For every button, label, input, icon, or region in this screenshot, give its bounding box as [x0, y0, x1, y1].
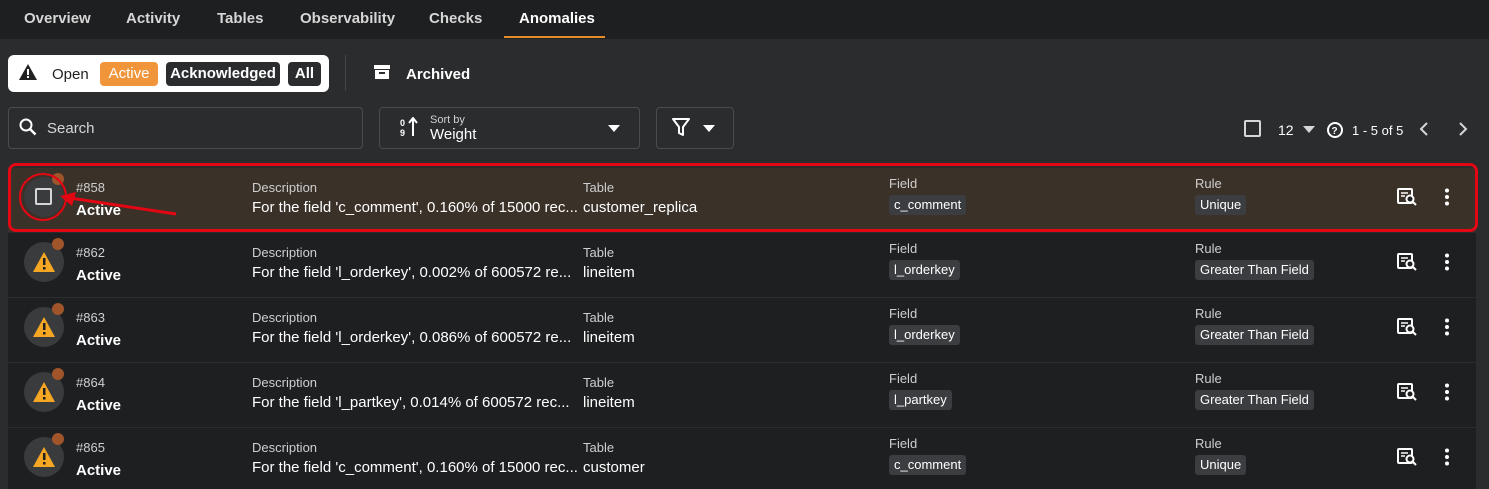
chevron-right-icon[interactable]	[1458, 121, 1468, 137]
tab-activity[interactable]: Activity	[126, 10, 180, 27]
description-label: Description	[252, 375, 318, 390]
rule-badge: Greater Than Field	[1195, 325, 1314, 345]
rule-badge: Greater Than Field	[1195, 390, 1314, 410]
field-label: Field	[889, 241, 918, 256]
notification-dot	[52, 433, 64, 445]
tab-bar: Overview Activity Tables Observability C…	[0, 0, 1489, 39]
table-row[interactable]	[8, 428, 1476, 489]
svg-text:9: 9	[400, 128, 405, 137]
status-all-button[interactable]: All	[288, 62, 321, 86]
rule-label: Rule	[1195, 371, 1222, 386]
active-tab-indicator	[504, 36, 605, 38]
field-badge: c_comment	[889, 455, 967, 475]
field-label: Field	[889, 371, 918, 386]
table-label: Table	[583, 375, 615, 390]
field-label: Field	[889, 436, 918, 451]
rule-label: Rule	[1195, 241, 1222, 256]
status-active-button[interactable]: Active	[100, 62, 158, 86]
chevron-down-icon	[703, 125, 715, 132]
search-box	[8, 107, 363, 149]
description-value: For the field 'l_orderkey', 0.002% of 60…	[252, 264, 572, 281]
anomaly-id[interactable]: #865	[76, 440, 105, 455]
sort-dropdown[interactable]	[379, 107, 640, 149]
chevron-down-icon[interactable]	[1303, 126, 1315, 133]
open-label: Open	[52, 66, 89, 83]
search-input[interactable]	[47, 118, 347, 138]
rule-badge: Unique	[1195, 455, 1247, 475]
table-value: customer	[583, 459, 645, 476]
inspect-icon[interactable]	[1397, 318, 1417, 336]
notification-dot	[52, 368, 64, 380]
table-value: lineitem	[583, 329, 635, 346]
table-label: Table	[583, 310, 615, 325]
archive-icon[interactable]	[374, 64, 390, 80]
table-label: Table	[583, 245, 615, 260]
annotation-arrow-icon	[60, 192, 177, 216]
sort-value: Weight	[430, 126, 477, 143]
table-label: Table	[583, 440, 615, 455]
warning-icon	[33, 382, 55, 402]
sort-icon: 0 9	[400, 117, 418, 137]
anomaly-status: Active	[76, 462, 122, 479]
tab-observability[interactable]: Observability	[300, 10, 395, 27]
select-all-checkbox[interactable]	[1244, 120, 1261, 137]
description-label: Description	[252, 245, 318, 260]
warning-icon	[33, 317, 55, 337]
tab-tables[interactable]: Tables	[217, 10, 263, 27]
table-value: lineitem	[583, 264, 635, 281]
highlight-outline	[8, 163, 1478, 232]
pagination-range: 1 - 5 of 5	[1352, 123, 1404, 138]
divider	[345, 55, 346, 91]
chevron-down-icon	[608, 125, 620, 132]
svg-text:0: 0	[400, 118, 405, 128]
field-label: Field	[889, 306, 918, 321]
anomaly-status: Active	[76, 267, 122, 284]
svg-text:?: ?	[1332, 126, 1338, 137]
inspect-icon[interactable]	[1397, 383, 1417, 401]
anomaly-status: Active	[76, 332, 122, 349]
notification-dot	[52, 238, 64, 250]
warning-icon	[33, 447, 55, 467]
more-options-icon[interactable]	[1444, 448, 1450, 466]
sort-caption: Sort by	[430, 114, 465, 126]
page-size-select[interactable]: 12	[1278, 122, 1294, 138]
anomaly-id[interactable]: #862	[76, 245, 105, 260]
description-label: Description	[252, 310, 318, 325]
status-acknowledged-button[interactable]: Acknowledged	[166, 62, 280, 86]
help-icon[interactable]: ?	[1327, 122, 1343, 138]
warning-icon	[19, 64, 37, 80]
anomaly-id[interactable]: #863	[76, 310, 105, 325]
tab-checks[interactable]: Checks	[429, 10, 482, 27]
tab-overview[interactable]: Overview	[24, 10, 91, 27]
description-value: For the field 'l_partkey', 0.014% of 600…	[252, 394, 570, 411]
more-options-icon[interactable]	[1444, 383, 1450, 401]
notification-dot	[52, 303, 64, 315]
filter-icon	[672, 118, 690, 136]
description-value: For the field 'c_comment', 0.160% of 150…	[252, 459, 578, 476]
anomaly-id[interactable]: #864	[76, 375, 105, 390]
inspect-icon[interactable]	[1397, 253, 1417, 271]
rule-badge: Greater Than Field	[1195, 260, 1314, 280]
inspect-icon[interactable]	[1397, 448, 1417, 466]
filter-button[interactable]	[656, 107, 734, 149]
tab-anomalies[interactable]: Anomalies	[519, 10, 595, 27]
field-badge: l_orderkey	[889, 260, 960, 280]
field-badge: l_partkey	[889, 390, 952, 410]
archived-button[interactable]: Archived	[406, 66, 470, 83]
field-badge: l_orderkey	[889, 325, 960, 345]
anomaly-status: Active	[76, 397, 122, 414]
rule-label: Rule	[1195, 436, 1222, 451]
more-options-icon[interactable]	[1444, 318, 1450, 336]
rule-label: Rule	[1195, 306, 1222, 321]
more-options-icon[interactable]	[1444, 253, 1450, 271]
warning-icon	[33, 252, 55, 272]
description-value: For the field 'l_orderkey', 0.086% of 60…	[252, 329, 572, 346]
description-label: Description	[252, 440, 318, 455]
chevron-left-icon[interactable]	[1419, 121, 1429, 137]
table-value: lineitem	[583, 394, 635, 411]
search-icon	[19, 118, 37, 136]
